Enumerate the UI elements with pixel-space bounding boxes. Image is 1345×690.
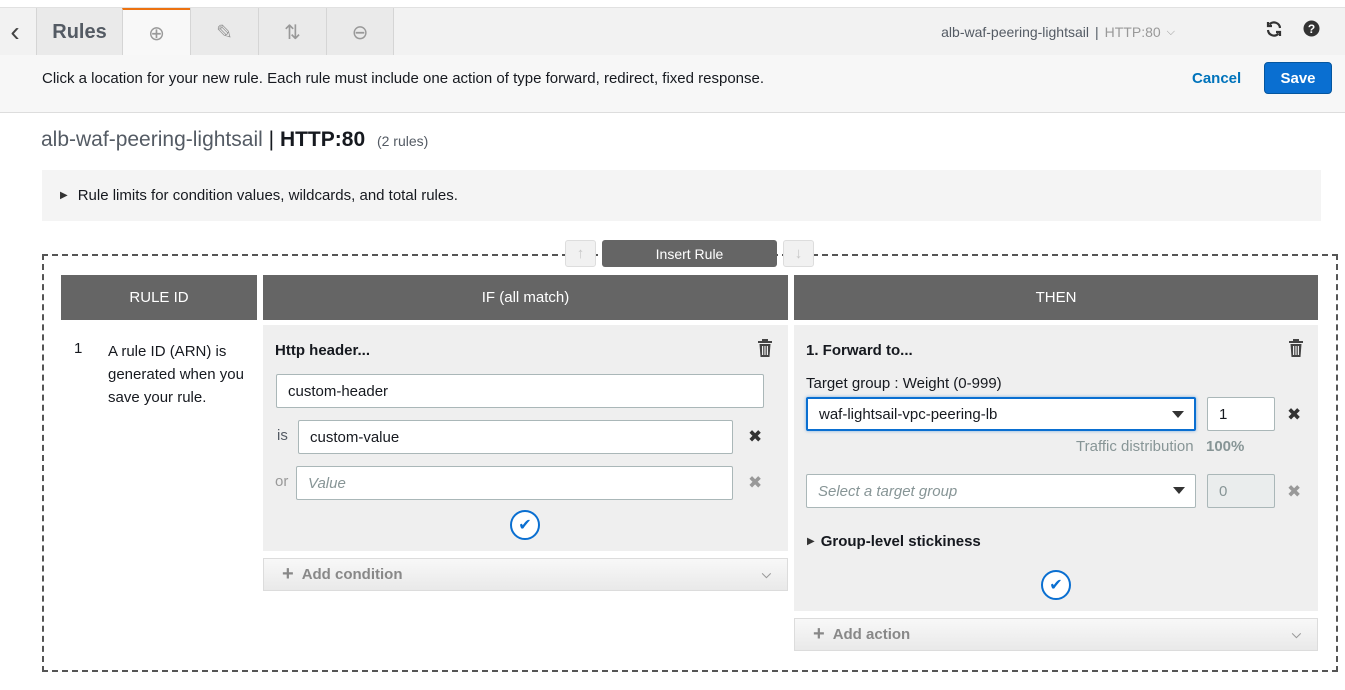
- rule-id-description: A rule ID (ARN) is generated when you sa…: [108, 343, 244, 406]
- action-title: 1. Forward to...: [806, 342, 913, 359]
- group-stickiness-label: Group-level stickiness: [820, 533, 981, 550]
- rule-limits-label: Rule limits for condition values, wildca…: [77, 187, 458, 204]
- toolbar-tabs: Rules ⊕ ✎ ⇅ ⊖: [36, 8, 394, 56]
- cancel-button[interactable]: Cancel: [1192, 70, 1241, 87]
- weight-input-disabled[interactable]: 0: [1207, 474, 1275, 508]
- plus-icon: +: [813, 623, 825, 645]
- add-action-label: Add action: [832, 626, 911, 643]
- rule-number: 1: [74, 340, 83, 357]
- insert-rule-button[interactable]: Insert Rule: [602, 240, 777, 267]
- listener-port: HTTP:80: [1104, 24, 1161, 40]
- caret-right-icon: ▶: [807, 536, 815, 547]
- insert-rule-controls: ↑ Insert Rule ↓: [565, 240, 814, 267]
- column-header-if: IF (all match): [263, 275, 788, 320]
- header-name-input[interactable]: custom-header: [276, 374, 764, 408]
- weight-input[interactable]: 1: [1207, 397, 1275, 431]
- plus-circle-icon: ⊕: [148, 22, 165, 45]
- minus-circle-icon: ⊖: [351, 21, 369, 44]
- remove-empty-value-icon[interactable]: ✖: [748, 473, 762, 493]
- listener-separator: |: [1095, 24, 1099, 40]
- remove-target-icon[interactable]: ✖: [1287, 405, 1301, 425]
- help-icon[interactable]: ?: [1303, 20, 1320, 43]
- top-toolbar: ‹ Rules ⊕ ✎ ⇅ ⊖ alb-waf-peering-lightsai…: [0, 7, 1345, 56]
- trash-icon[interactable]: [757, 339, 773, 357]
- svg-text:?: ?: [1308, 22, 1315, 36]
- confirm-condition-icon[interactable]: ✔: [510, 510, 540, 540]
- confirm-action-icon[interactable]: ✔: [1041, 570, 1071, 600]
- group-stickiness-expander[interactable]: ▶ Group-level stickiness: [807, 533, 981, 550]
- arrow-down-icon[interactable]: ↓: [783, 240, 814, 267]
- pencil-icon: ✎: [216, 21, 233, 44]
- is-label: is: [277, 427, 288, 444]
- tab-delete-rule[interactable]: ⊖: [326, 8, 394, 56]
- rule-limits-expander[interactable]: ▶ Rule limits for condition values, wild…: [42, 170, 1321, 221]
- chevron-down-icon: ⌵: [1166, 25, 1175, 38]
- traffic-distribution-label: Traffic distribution: [1076, 438, 1194, 455]
- refresh-icon[interactable]: [1265, 20, 1283, 44]
- page-title: alb-waf-peering-lightsail | HTTP:80 (2 r…: [41, 128, 428, 152]
- instruction-bar: Click a location for your new rule. Each…: [0, 55, 1345, 113]
- target-group-select[interactable]: waf-lightsail-vpc-peering-lb: [806, 397, 1196, 431]
- rule-count: (2 rules): [376, 133, 429, 149]
- reorder-icon: ⇅: [284, 21, 301, 44]
- listener-name: alb-waf-peering-lightsail: [941, 24, 1089, 40]
- tab-reorder-rules[interactable]: ⇅: [258, 8, 326, 56]
- tab-add-rule[interactable]: ⊕: [122, 8, 190, 56]
- action-panel: 1. Forward to... Target group : Weight (…: [794, 325, 1318, 611]
- caret-right-icon: ▶: [60, 190, 68, 201]
- remove-value-icon[interactable]: ✖: [748, 427, 762, 447]
- trash-icon[interactable]: [1288, 339, 1304, 357]
- add-action-button[interactable]: + Add action ⌵: [794, 618, 1318, 651]
- instruction-text: Click a location for your new rule. Each…: [42, 70, 765, 87]
- heading-port: HTTP:80: [279, 128, 366, 151]
- heading-separator: |: [268, 128, 275, 151]
- plus-icon: +: [282, 563, 294, 585]
- target-group-value: waf-lightsail-vpc-peering-lb: [819, 405, 998, 423]
- value-placeholder-input[interactable]: Value: [296, 466, 733, 500]
- condition-panel: Http header... custom-header is custom-v…: [263, 325, 788, 551]
- column-header-then: THEN: [794, 275, 1318, 320]
- tab-edit-rule[interactable]: ✎: [190, 8, 258, 56]
- add-condition-label: Add condition: [301, 566, 403, 583]
- save-button[interactable]: Save: [1264, 62, 1332, 94]
- chevron-down-icon: ⌵: [761, 567, 771, 581]
- caret-down-icon: [1173, 487, 1185, 494]
- header-value-input[interactable]: custom-value: [298, 420, 733, 454]
- traffic-distribution-value: 100%: [1206, 438, 1245, 455]
- add-condition-button[interactable]: + Add condition ⌵: [263, 558, 788, 591]
- chevron-left-icon[interactable]: ‹: [0, 8, 30, 56]
- target-group-placeholder: Select a target group: [818, 482, 958, 500]
- tab-rules[interactable]: Rules: [36, 8, 122, 56]
- heading-listener-name: alb-waf-peering-lightsail: [41, 128, 263, 151]
- caret-down-icon: [1172, 411, 1184, 418]
- select-target-group-dropdown[interactable]: Select a target group: [806, 474, 1196, 508]
- column-header-rule-id: RULE ID: [61, 275, 257, 320]
- remove-empty-target-icon[interactable]: ✖: [1287, 482, 1301, 502]
- listener-selector[interactable]: alb-waf-peering-lightsail | HTTP:80 ⌵: [941, 8, 1175, 56]
- chevron-down-icon: ⌵: [1291, 627, 1301, 641]
- arrow-up-icon[interactable]: ↑: [565, 240, 596, 267]
- target-group-weight-label: Target group : Weight (0-999): [806, 375, 1002, 392]
- or-label: or: [275, 473, 289, 490]
- condition-title: Http header...: [275, 342, 371, 359]
